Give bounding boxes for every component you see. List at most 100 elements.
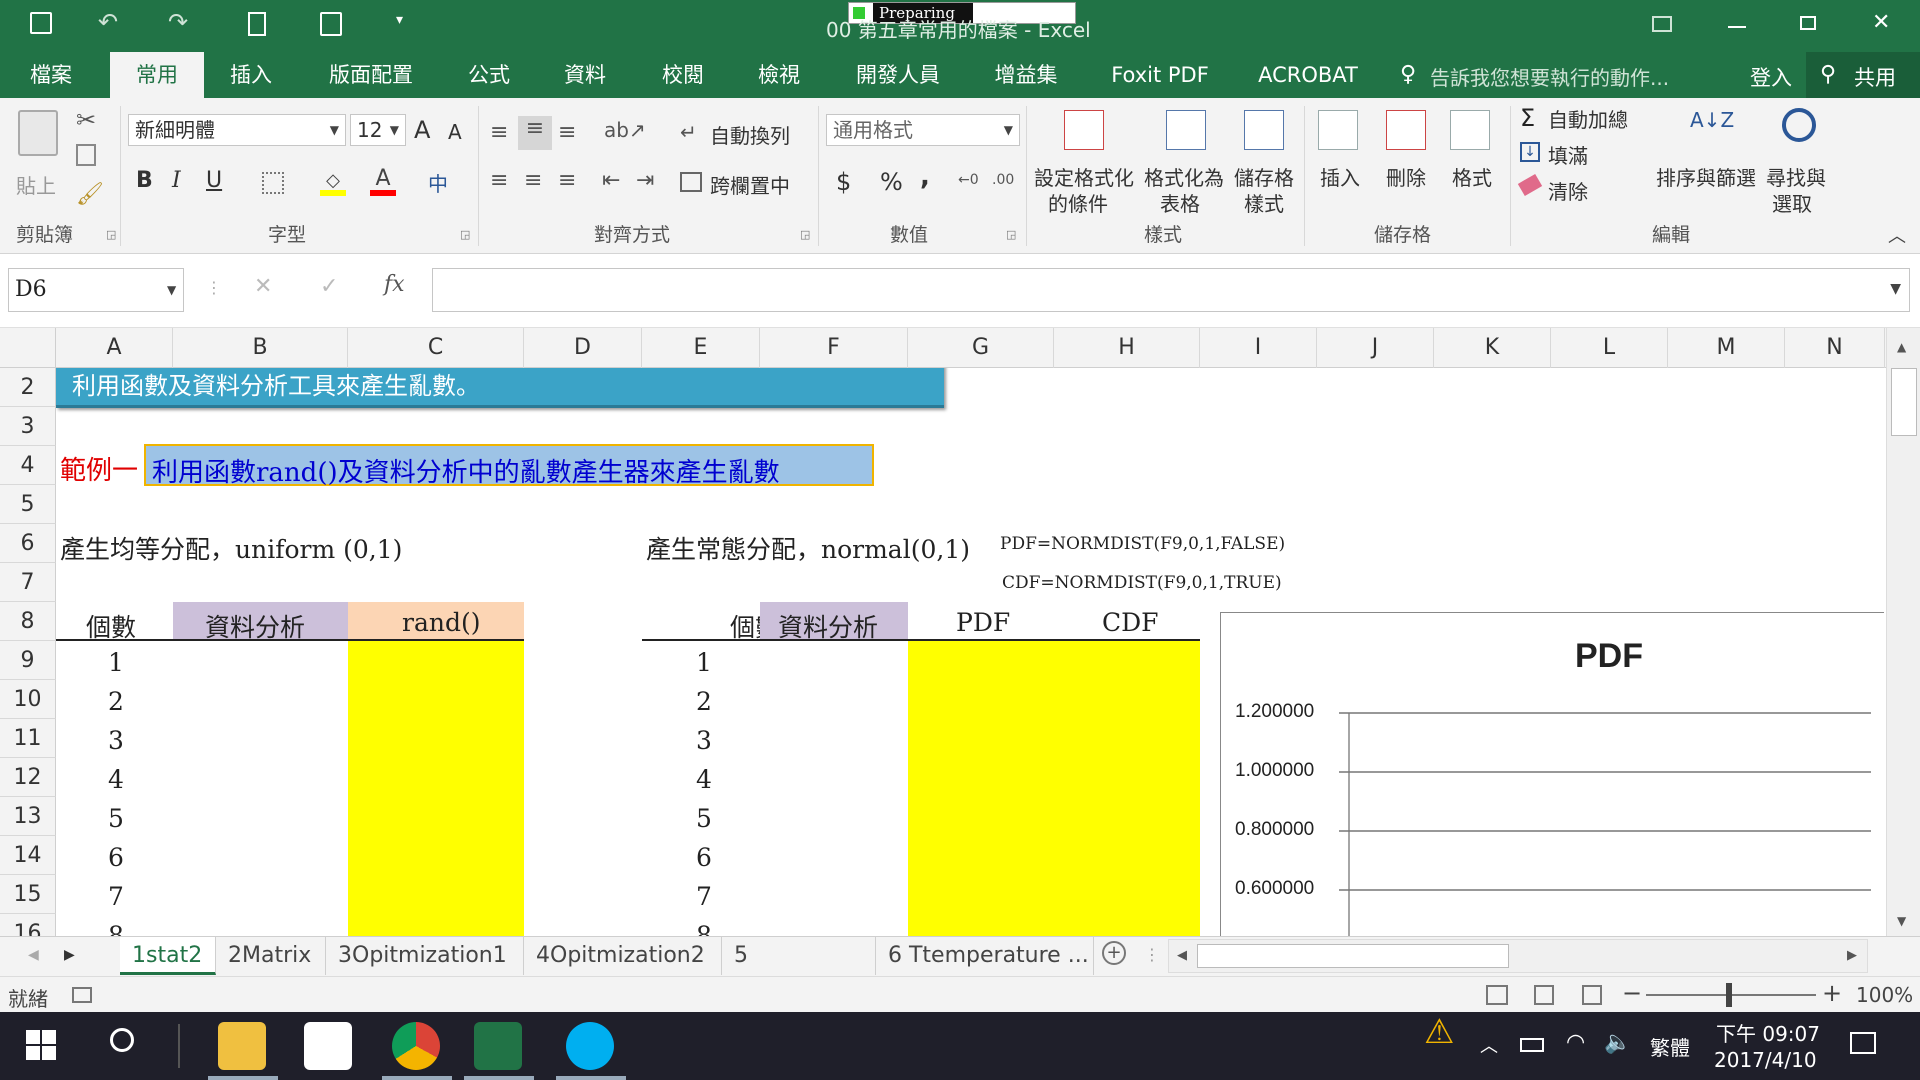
delete-cells-icon[interactable] [1386,110,1426,150]
warning-icon[interactable]: ⚠ [1424,1012,1454,1052]
row-header[interactable]: 16 [0,914,56,936]
notifications-icon[interactable] [1850,1032,1876,1054]
skype-icon[interactable] [566,1022,614,1070]
file-explorer-icon[interactable] [218,1022,266,1070]
scroll-down-icon[interactable]: ▼ [1897,914,1906,928]
align-left-icon[interactable]: ≡ [490,168,508,193]
comma-button[interactable]: , [920,162,930,192]
horizontal-scrollbar[interactable]: ◀ ▶ [1168,939,1868,973]
clear-button[interactable]: 清除 [1548,176,1588,205]
clock-time[interactable]: 下午 09:07 [1716,1018,1820,1047]
tab-foxit-pdf[interactable]: Foxit PDF [1100,52,1220,98]
bold-button[interactable]: B [136,168,153,193]
scroll-up-icon[interactable]: ▲ [1897,340,1906,354]
magnifier-icon[interactable] [1782,108,1816,142]
row-header[interactable]: 14 [0,836,56,875]
row-header[interactable]: 8 [0,602,56,641]
minimize-icon[interactable] [1728,26,1746,28]
split-handle-icon[interactable]: ⋮ [1144,945,1160,964]
cut-icon[interactable]: ✂ [76,106,96,134]
tab-view[interactable]: 檢視 [744,52,814,98]
store-icon[interactable] [304,1022,352,1070]
alignment-launcher-icon[interactable]: ◲ [800,228,810,241]
insert-function-icon[interactable]: fx [384,272,405,297]
sign-in-link[interactable]: 登入 [1750,62,1792,92]
decrease-decimal-icon[interactable]: .00 [992,172,1014,188]
windows-start-icon[interactable] [26,1030,56,1060]
zoom-slider-thumb[interactable] [1726,983,1732,1007]
new-file-icon[interactable] [248,12,266,36]
undo-icon[interactable]: ↶ [98,8,118,36]
zoom-in-icon[interactable]: + [1822,979,1842,1007]
sort-filter-icon[interactable]: A↓Z [1690,108,1734,132]
tab-home[interactable]: 常用 [110,52,204,98]
show-hidden-icons[interactable]: ︿ [1480,1032,1498,1058]
zoom-level[interactable]: 100% [1856,983,1913,1007]
eraser-icon[interactable] [1517,173,1543,197]
macro-record-icon[interactable] [72,987,92,1003]
column-header[interactable]: K [1434,328,1551,368]
tab-addins[interactable]: 增益集 [982,52,1070,98]
page-layout-view-icon[interactable] [1534,985,1554,1005]
font-color-icon[interactable]: A [370,166,396,196]
hscroll-thumb[interactable] [1197,944,1509,968]
collapse-ribbon-icon[interactable]: ︿ [1888,222,1906,248]
chrome-icon[interactable] [392,1022,440,1070]
tab-data[interactable]: 資料 [550,52,620,98]
row-header[interactable]: 13 [0,797,56,836]
format-painter-icon[interactable]: 🖌 [76,182,104,207]
align-middle-icon[interactable]: ≡ [518,116,552,150]
row-header[interactable]: 15 [0,875,56,914]
column-header[interactable]: F [760,328,908,368]
add-sheet-icon[interactable]: + [1102,941,1126,965]
tab-insert[interactable]: 插入 [214,52,288,98]
row-header[interactable]: 3 [0,407,56,446]
column-header[interactable]: E [642,328,760,368]
sheet-tab[interactable]: 1stat2 [120,937,216,975]
column-header[interactable]: D [524,328,642,368]
tab-scroll-left-icon[interactable]: ◀ [28,947,39,963]
row-header[interactable]: 11 [0,719,56,758]
column-header[interactable]: B [173,328,348,368]
formula-input[interactable]: ▼ [432,268,1910,312]
row-header[interactable]: 4 [0,446,56,485]
zoom-out-icon[interactable]: − [1622,979,1642,1007]
sheet-tab[interactable]: 5 Pivottable [722,937,876,1006]
column-header[interactable]: H [1054,328,1200,368]
orientation-icon[interactable]: ab↗ [604,118,646,142]
font-name-select[interactable]: 新細明體 ▼ [128,114,346,146]
sort-filter-button[interactable]: 排序與篩選 [1656,162,1756,191]
row-header[interactable]: 6 [0,524,56,563]
tab-scroll-right-icon[interactable]: ▶ [64,947,75,963]
align-center-icon[interactable]: ≡ [524,168,542,193]
underline-button[interactable]: U [206,168,222,193]
input-method[interactable]: 繁體 [1650,1032,1690,1061]
search-icon[interactable] [110,1028,134,1052]
volume-icon[interactable]: 🔈 [1604,1030,1631,1055]
number-format-select[interactable]: 通用格式 ▼ [826,114,1020,146]
excel-icon[interactable] [474,1022,522,1070]
row-header[interactable]: 2 [0,368,56,407]
fill-button[interactable]: 填滿 [1548,140,1588,169]
delete-cells-button[interactable]: 刪除 [1386,162,1426,191]
column-header[interactable]: N [1785,328,1885,368]
enter-icon[interactable]: ✓ [320,274,338,299]
normal-view-icon[interactable] [1486,985,1508,1005]
row-header[interactable]: 5 [0,485,56,524]
copy-icon[interactable] [76,144,96,166]
merge-center-button[interactable]: 跨欄置中 [710,170,790,199]
align-top-icon[interactable]: ≡ [490,120,508,145]
wrap-text-icon[interactable]: ↵ [680,120,697,144]
redo-icon[interactable]: ↷ [168,8,188,36]
save-icon[interactable] [30,12,52,34]
font-size-select[interactable]: 12 ▼ [350,114,406,146]
phonetic-button[interactable]: 中 [428,168,448,197]
find-select-button[interactable]: 尋找與 [1766,162,1826,191]
grow-font-button[interactable]: A [414,116,430,144]
close-icon[interactable]: ✕ [1872,10,1890,35]
worksheet-grid[interactable]: 利用函數及資料分析工具來產生亂數。 範例一 利用函數rand()及資料分析中的亂… [56,368,1884,936]
vertical-scrollbar[interactable]: ▲ ▼ [1886,328,1920,936]
font-launcher-icon[interactable]: ◲ [460,228,470,241]
sheet-tab[interactable]: 6 Ttemperature ... [876,937,1094,975]
tab-page-layout[interactable]: 版面配置 [316,52,426,98]
